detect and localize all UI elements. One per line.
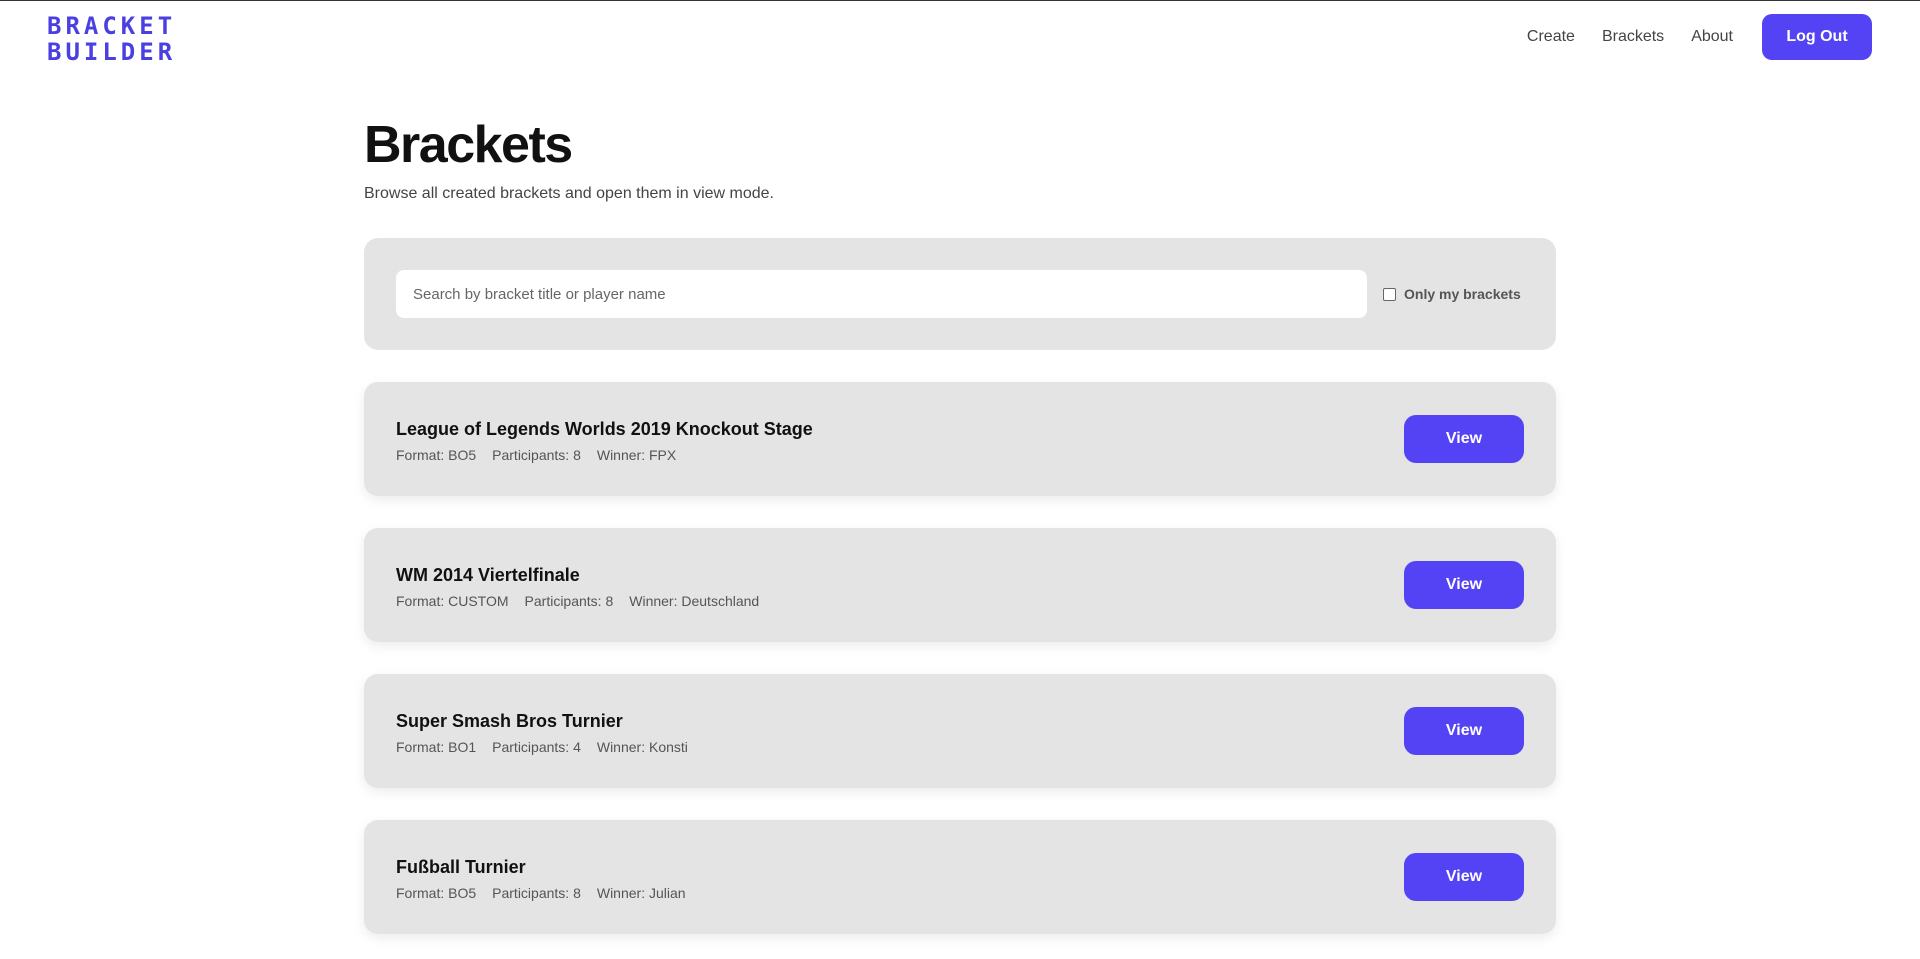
search-input[interactable] [396,270,1367,318]
bracket-meta: Format: BO1 Participants: 4 Winner: Kons… [396,738,704,756]
logo-line-1: BRACKET [47,12,177,40]
bracket-card: Fußball Turnier Format: BO5 Participants… [364,820,1556,934]
bracket-winner: Winner: Deutschland [629,593,760,609]
bracket-participants: Participants: 8 [492,447,581,463]
only-my-brackets-label: Only my brackets [1404,286,1521,302]
page-subtitle: Browse all created brackets and open the… [364,185,774,202]
bracket-participants: Participants: 8 [492,885,581,901]
main-nav: Create Brackets About Log Out [1527,14,1872,60]
bracket-meta: Format: CUSTOM Participants: 8 Winner: D… [396,592,775,610]
bracket-card: League of Legends Worlds 2019 Knockout S… [364,382,1556,496]
bracket-title: League of Legends Worlds 2019 Knockout S… [396,419,813,439]
bracket-meta: Format: BO5 Participants: 8 Winner: Juli… [396,884,702,902]
filter-panel: Only my brackets [364,238,1556,350]
logo-line-2: BUILDER [47,38,177,66]
bracket-participants: Participants: 8 [524,593,614,609]
page-title: Brackets [364,116,573,174]
only-my-brackets-checkbox[interactable] [1383,287,1396,301]
bracket-format: Format: BO5 [396,447,477,463]
nav-brackets-link[interactable]: Brackets [1602,27,1664,47]
view-bracket-button[interactable]: View [1404,853,1524,901]
bracket-card: WM 2014 Viertelfinale Format: CUSTOM Par… [364,528,1556,642]
bracket-winner: Winner: Julian [596,885,686,901]
bracket-card: Super Smash Bros Turnier Format: BO1 Par… [364,674,1556,788]
bracket-winner: Winner: Konsti [596,739,688,755]
nav-create-link[interactable]: Create [1527,27,1575,47]
logout-button[interactable]: Log Out [1762,14,1872,60]
view-bracket-button[interactable]: View [1404,707,1524,755]
bracket-builder-logo[interactable]: BRACKET BUILDER [47,13,176,65]
only-my-brackets-toggle[interactable]: Only my brackets [1383,286,1521,302]
view-bracket-button[interactable]: View [1404,561,1524,609]
view-bracket-button[interactable]: View [1404,415,1524,463]
bracket-participants: Participants: 4 [492,739,581,755]
nav-about-link[interactable]: About [1691,27,1733,47]
bracket-title: WM 2014 Viertelfinale [396,565,580,585]
bracket-format: Format: BO1 [396,739,477,755]
bracket-winner: Winner: FPX [596,447,677,463]
site-header: BRACKET BUILDER Create Brackets About Lo… [0,1,1920,71]
bracket-meta: Format: BO5 Participants: 8 Winner: FPX [396,446,692,464]
bracket-format: Format: BO5 [396,885,477,901]
bracket-format: Format: CUSTOM [396,593,509,609]
bracket-title: Super Smash Bros Turnier [396,711,623,731]
bracket-title: Fußball Turnier [396,857,526,877]
